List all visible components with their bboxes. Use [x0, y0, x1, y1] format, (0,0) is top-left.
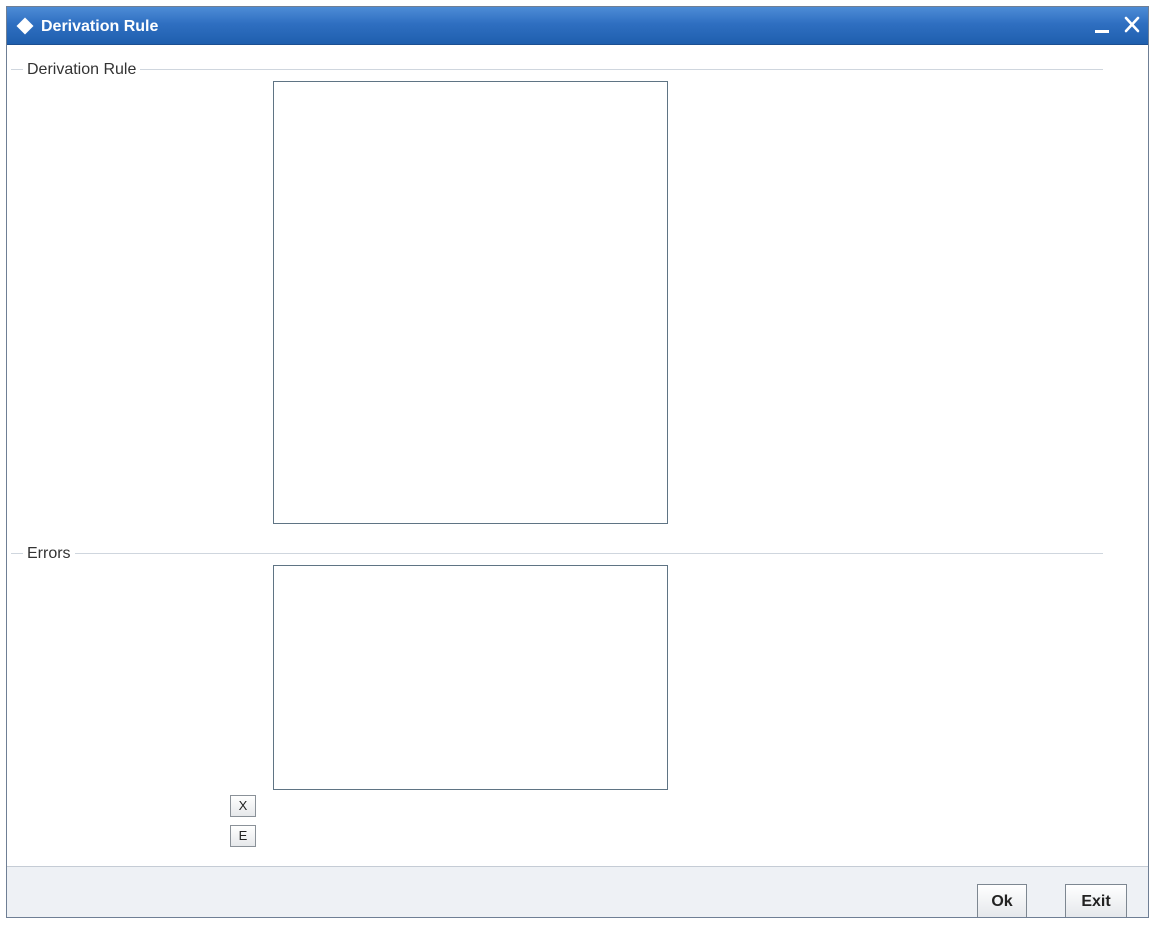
minimize-icon [1095, 30, 1109, 33]
derivation-rule-divider [11, 69, 1103, 70]
close-icon [1124, 16, 1140, 33]
close-button[interactable] [1121, 14, 1143, 36]
derivation-rule-textarea[interactable] [273, 81, 668, 524]
minimize-button[interactable] [1091, 14, 1113, 36]
errors-divider [11, 553, 1103, 554]
errors-textarea[interactable] [273, 565, 668, 790]
ok-button[interactable]: Ok [977, 884, 1027, 917]
derivation-rule-window: Derivation Rule Derivation Rule Errors X… [6, 6, 1149, 918]
title-bar[interactable]: Derivation Rule [7, 7, 1148, 45]
derivation-rule-section-label: Derivation Rule [23, 61, 141, 79]
exit-button[interactable]: Exit [1065, 884, 1127, 917]
errors-section-label: Errors [23, 545, 75, 563]
diamond-icon [16, 17, 34, 35]
footer-bar: Ok Exit [7, 866, 1148, 917]
x-button[interactable]: X [230, 795, 256, 817]
e-button[interactable]: E [230, 825, 256, 847]
window-title: Derivation Rule [41, 18, 159, 35]
